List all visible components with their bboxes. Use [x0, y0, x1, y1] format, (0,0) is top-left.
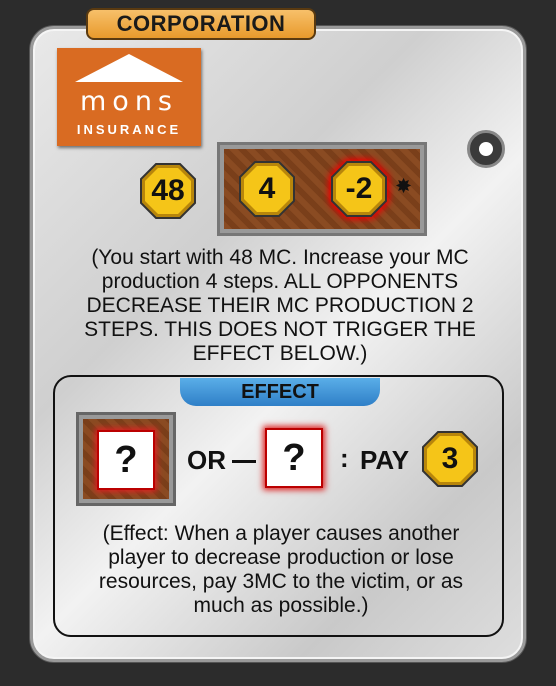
- effect-description-line: player to decrease production or lose: [108, 546, 454, 569]
- effect-description-line: much as possible.): [193, 594, 369, 617]
- house-roof-icon: mons INSURANCE: [75, 54, 183, 137]
- logo-name: mons: [80, 86, 178, 117]
- question-card-icon: ?: [97, 430, 155, 490]
- opponent-production-value: -2: [345, 172, 373, 205]
- colon-label: :: [340, 443, 349, 473]
- dash-divider: [232, 460, 256, 463]
- effect-description-line: (Effect: When a player causes another: [102, 522, 460, 545]
- description-line: EFFECT BELOW.): [192, 342, 368, 365]
- description-line: production 4 steps. ALL OPPONENTS: [101, 270, 459, 293]
- question-resource-icon: ?: [265, 428, 323, 488]
- opponent-production-coin: -2: [330, 160, 388, 218]
- starting-mc-value: 48: [151, 174, 185, 207]
- description-line: STEPS. THIS DOES NOT TRIGGER THE: [84, 318, 476, 341]
- any-player-marker-icon: ✸: [396, 176, 412, 196]
- card-type-banner: CORPORATION: [86, 8, 316, 40]
- pay-mc-coin: 3: [421, 430, 479, 488]
- logo-subtitle: INSURANCE: [77, 122, 181, 137]
- company-logo: mons INSURANCE: [57, 48, 201, 146]
- description-line: DECREASE THEIR MC PRODUCTION 2: [86, 294, 474, 317]
- or-label: OR: [187, 445, 226, 475]
- effect-label: EFFECT: [180, 378, 380, 406]
- pay-label: PAY: [360, 445, 410, 475]
- own-production-coin: 4: [238, 160, 296, 218]
- starting-mc-coin: 48: [139, 162, 197, 220]
- card-pin-icon: [467, 130, 505, 168]
- own-production-value: 4: [258, 172, 276, 205]
- description-line: (You start with 48 MC. Increase your MC: [91, 246, 469, 269]
- pay-amount-value: 3: [441, 442, 459, 475]
- effect-description: (Effect: When a player causes another pl…: [66, 522, 496, 618]
- card-description: (You start with 48 MC. Increase your MC …: [60, 246, 500, 366]
- effect-description-line: resources, pay 3MC to the victim, or as: [98, 570, 464, 593]
